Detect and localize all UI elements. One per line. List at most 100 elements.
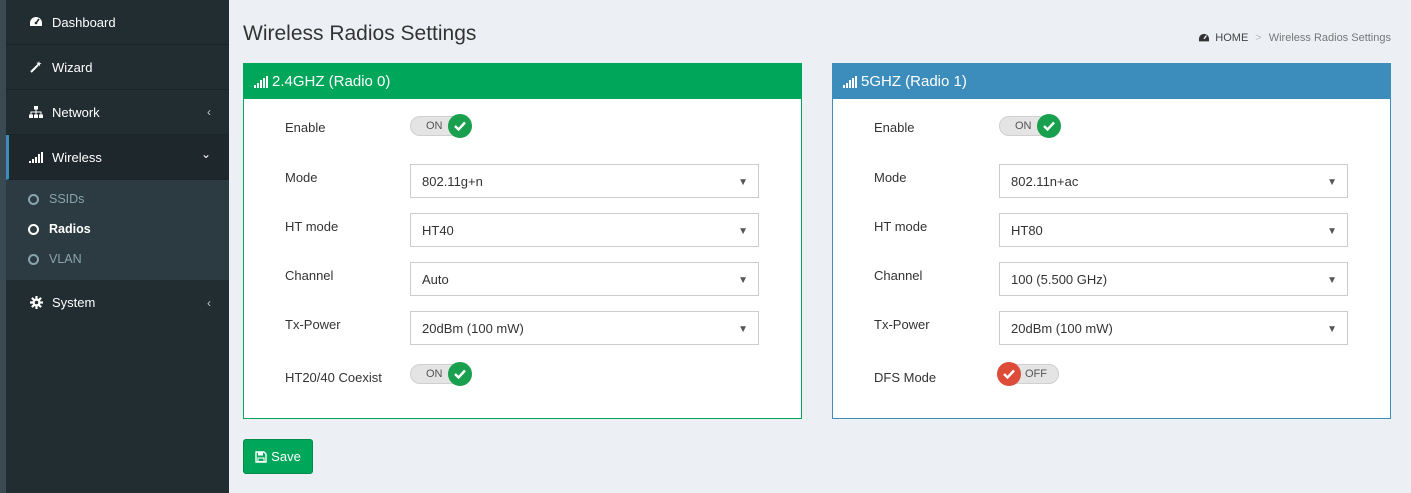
sidebar-subitem-radios[interactable]: Radios — [6, 214, 229, 244]
sidebar-subitem-vlan[interactable]: VLAN — [6, 244, 229, 274]
check-icon — [448, 114, 472, 138]
caret-down-icon: ▼ — [1327, 177, 1337, 188]
radio0-htmode-row: HT mode HT40 ▼ — [244, 213, 801, 247]
sidebar-item-label: Dashboard — [52, 14, 116, 30]
toggle-state-text: ON — [426, 368, 443, 380]
caret-down-icon: ▼ — [1327, 324, 1337, 335]
main-content: Wireless Radios Settings HOME > Wireless… — [229, 0, 1411, 493]
caret-down-icon: ▼ — [738, 324, 748, 335]
radio0-mode-row: Mode 802.11g+n ▼ — [244, 164, 801, 198]
chevron-down-icon: ⌄ — [200, 147, 211, 161]
toggle-state-text: ON — [1015, 120, 1032, 132]
select-value: HT40 — [422, 222, 454, 238]
sidebar-item-system[interactable]: System ‹ — [6, 280, 229, 325]
caret-down-icon: ▼ — [1327, 275, 1337, 286]
select-value: 802.11n+ac — [1011, 173, 1079, 189]
radio1-mode-row: Mode 802.11n+ac ▼ — [833, 164, 1390, 198]
select-value: 20dBm (100 mW) — [1011, 320, 1113, 336]
radio0-txpower-row: Tx-Power 20dBm (100 mW) ▼ — [244, 311, 801, 345]
radio0-enable-row: Enable ON — [244, 108, 801, 142]
radio1-dfs-toggle[interactable]: OFF — [997, 362, 1059, 386]
sidebar-item-label: Wizard — [52, 59, 93, 75]
magic-wand-icon — [28, 60, 44, 74]
floppy-disk-icon — [255, 450, 267, 463]
caret-down-icon: ▼ — [738, 275, 748, 286]
radio1-dfs-row: DFS Mode OFF — [833, 360, 1390, 394]
signal-icon — [843, 75, 858, 88]
htmode-label: HT mode — [874, 219, 928, 234]
chevron-left-icon: ‹ — [207, 105, 211, 119]
mode-label: Mode — [874, 170, 907, 185]
breadcrumb: HOME > Wireless Radios Settings — [1198, 32, 1391, 44]
sidebar-item-network[interactable]: Network ‹ — [6, 90, 229, 135]
mode-label: Mode — [285, 170, 318, 185]
dashboard-icon — [28, 16, 44, 28]
select-value: 20dBm (100 mW) — [422, 320, 524, 336]
wireless-submenu: SSIDs Radios VLAN — [6, 180, 229, 280]
signal-icon — [254, 75, 269, 88]
select-value: 802.11g+n — [422, 173, 483, 189]
toggle-state-text: ON — [426, 120, 443, 132]
radio1-htmode-row: HT mode HT80 ▼ — [833, 213, 1390, 247]
save-label: Save — [271, 449, 301, 464]
caret-down-icon: ▼ — [1327, 226, 1337, 237]
caret-down-icon: ▼ — [738, 226, 748, 237]
radio0-mode-select[interactable]: 802.11g+n ▼ — [410, 164, 759, 198]
radio0-channel-row: Channel Auto ▼ — [244, 262, 801, 296]
sidebar-subitem-label: VLAN — [49, 252, 82, 266]
coexist-label: HT20/40 Coexist — [285, 370, 382, 385]
save-button[interactable]: Save — [243, 439, 313, 474]
radio1-panel-header: 5GHZ (Radio 1) — [833, 64, 1390, 99]
sidebar-subitem-label: Radios — [49, 222, 91, 236]
radio0-txpower-select[interactable]: 20dBm (100 mW) ▼ — [410, 311, 759, 345]
breadcrumb-current: Wireless Radios Settings — [1268, 32, 1391, 44]
radio0-coexist-toggle[interactable]: ON — [410, 362, 472, 386]
radio0-channel-select[interactable]: Auto ▼ — [410, 262, 759, 296]
dashboard-icon — [1198, 33, 1210, 43]
radio0-panel-header: 2.4GHZ (Radio 0) — [244, 64, 801, 99]
txpower-label: Tx-Power — [285, 317, 341, 332]
radio1-panel: 5GHZ (Radio 1) Enable ON Mode 802.11n+ac… — [832, 63, 1391, 419]
radio0-title: 2.4GHZ (Radio 0) — [272, 73, 391, 90]
circle-icon — [28, 253, 39, 265]
gear-icon — [28, 296, 44, 309]
radio1-channel-row: Channel 100 (5.500 GHz) ▼ — [833, 262, 1390, 296]
sidebar-subitem-ssids[interactable]: SSIDs — [6, 184, 229, 214]
select-value: 100 (5.500 GHz) — [1011, 271, 1108, 287]
breadcrumb-separator: > — [1255, 32, 1262, 44]
page-title: Wireless Radios Settings — [243, 22, 477, 45]
circle-icon — [28, 193, 39, 205]
sidebar-item-wizard[interactable]: Wizard — [6, 45, 229, 90]
radio1-htmode-select[interactable]: HT80 ▼ — [999, 213, 1348, 247]
breadcrumb-home-link[interactable]: HOME — [1215, 32, 1248, 44]
check-icon — [448, 362, 472, 386]
select-value: Auto — [422, 271, 449, 287]
sidebar-item-dashboard[interactable]: Dashboard — [6, 0, 229, 45]
check-icon — [1037, 114, 1061, 138]
toggle-state-text: OFF — [1025, 368, 1047, 380]
radio1-enable-toggle[interactable]: ON — [999, 114, 1061, 138]
channel-label: Channel — [874, 268, 923, 283]
radio0-htmode-select[interactable]: HT40 ▼ — [410, 213, 759, 247]
radio1-txpower-row: Tx-Power 20dBm (100 mW) ▼ — [833, 311, 1390, 345]
radio0-enable-toggle[interactable]: ON — [410, 114, 472, 138]
radio1-mode-select[interactable]: 802.11n+ac ▼ — [999, 164, 1348, 198]
radio1-title: 5GHZ (Radio 1) — [861, 73, 967, 90]
txpower-label: Tx-Power — [874, 317, 930, 332]
dfs-label: DFS Mode — [874, 370, 937, 385]
enable-label: Enable — [874, 120, 915, 135]
sidebar-item-wireless[interactable]: Wireless ⌄ — [6, 135, 229, 180]
sidebar-subitem-label: SSIDs — [49, 192, 85, 206]
sidebar-item-label: Wireless — [52, 149, 102, 165]
sidebar-item-label: Network — [52, 104, 100, 120]
radio1-txpower-select[interactable]: 20dBm (100 mW) ▼ — [999, 311, 1348, 345]
channel-label: Channel — [285, 268, 334, 283]
sidebar-item-label: System — [52, 295, 96, 310]
sitemap-icon — [28, 106, 44, 118]
caret-down-icon: ▼ — [738, 177, 748, 188]
radio1-channel-select[interactable]: 100 (5.500 GHz) ▼ — [999, 262, 1348, 296]
radio1-enable-row: Enable ON — [833, 108, 1390, 142]
radio0-panel: 2.4GHZ (Radio 0) Enable ON Mode 802.11g+… — [243, 63, 802, 419]
x-icon — [997, 362, 1021, 386]
signal-icon — [28, 151, 44, 163]
